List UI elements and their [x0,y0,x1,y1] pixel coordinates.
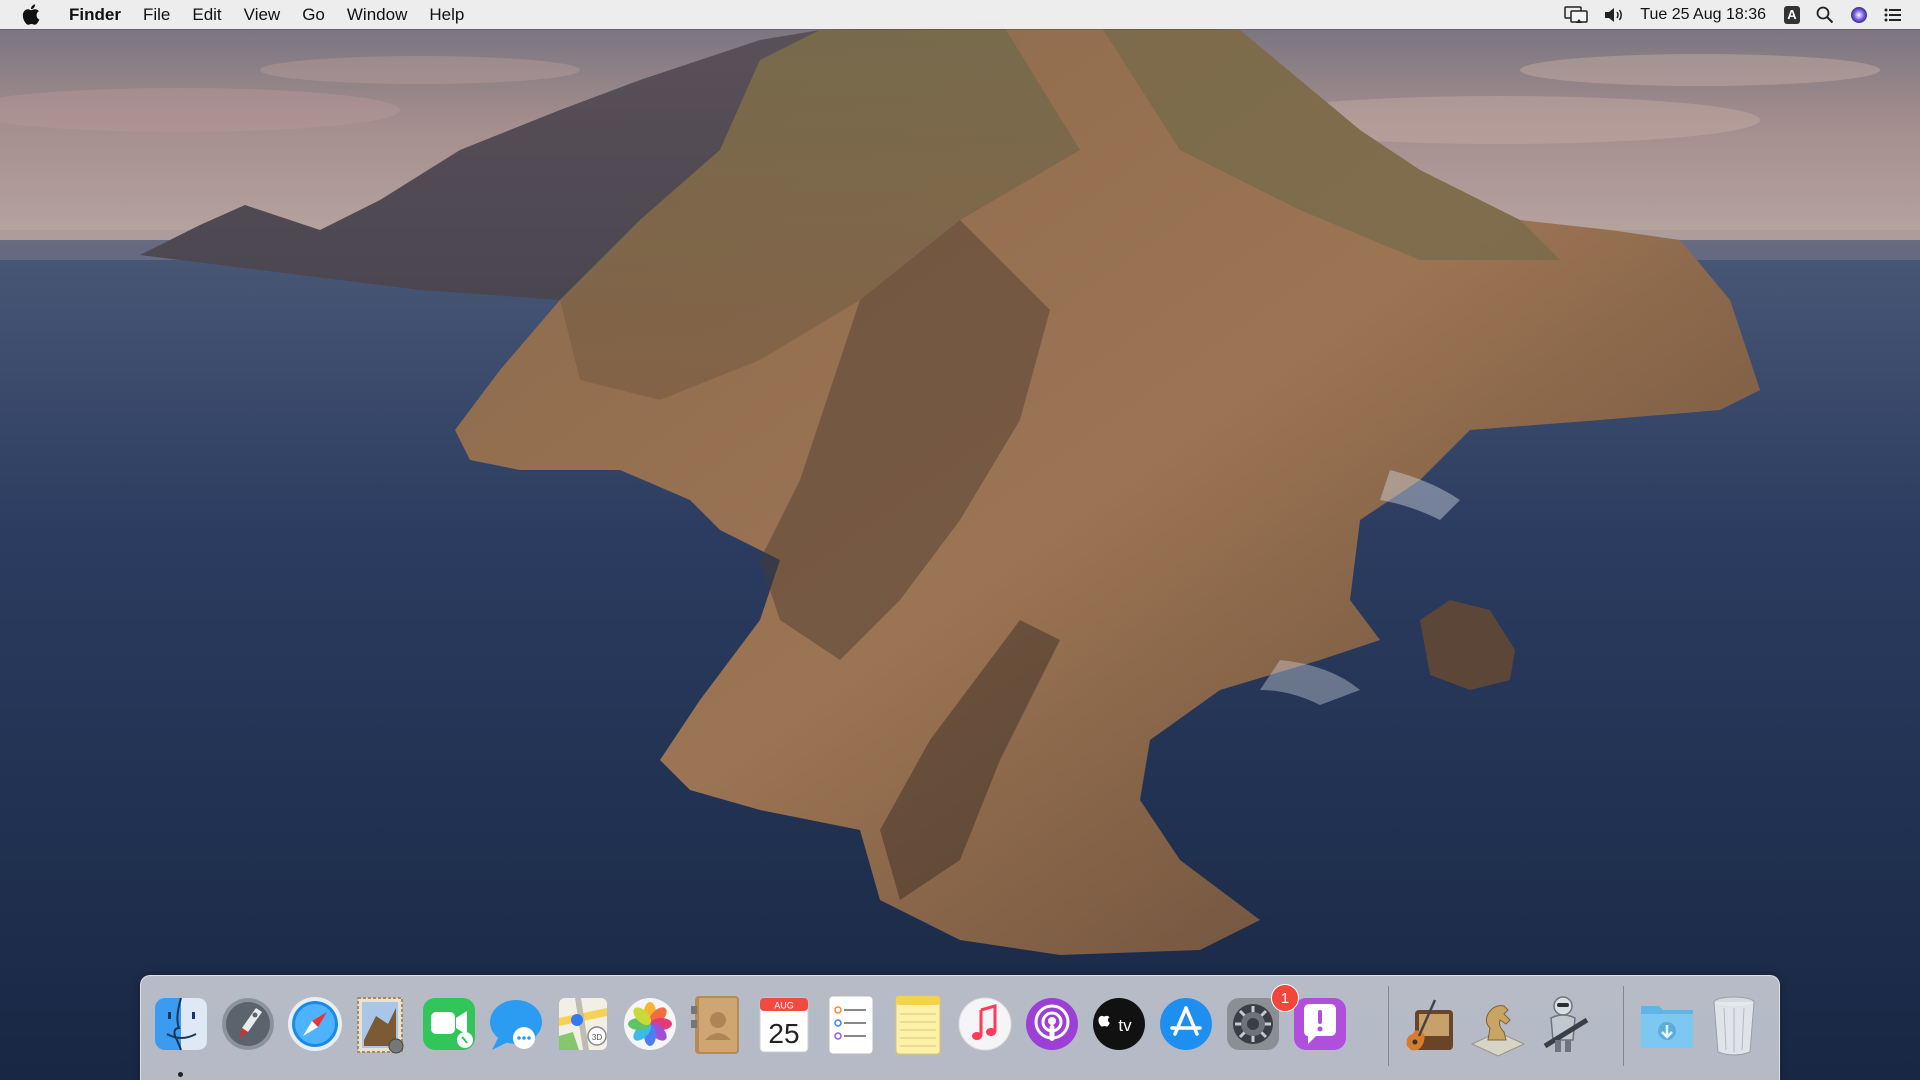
garageband-icon[interactable] [1401,988,1461,1060]
apple-menu-icon[interactable] [18,3,44,27]
calendar-icon[interactable]: AUG 25 [754,988,814,1060]
contacts-icon[interactable] [687,988,747,1060]
music-icon[interactable] [955,988,1015,1060]
menu-window[interactable]: Window [336,0,418,29]
downloads-folder-icon[interactable] [1637,988,1697,1060]
facetime-icon[interactable] [419,988,479,1060]
apple-tv-label: tv [1118,1016,1132,1035]
menu-file[interactable]: File [132,0,181,29]
menu-help[interactable]: Help [418,0,475,29]
notes-icon[interactable] [888,988,948,1060]
dock-separator [1623,986,1624,1066]
menu-go[interactable]: Go [291,0,336,29]
podcasts-icon[interactable] [1022,988,1082,1060]
finder-running-indicator [178,1072,183,1077]
maps-icon[interactable]: 3D [553,988,613,1060]
calendar-month: AUG [774,1001,794,1011]
app-store-icon[interactable] [1156,988,1216,1060]
menu-bar: Finder File Edit View Go Window Help Tue… [0,0,1920,29]
calendar-day: 25 [768,1018,799,1049]
photos-icon[interactable] [620,988,680,1060]
apple-tv-icon[interactable]: tv [1089,988,1149,1060]
notification-badge: 1 [1271,984,1299,1012]
input-source-label: A [1784,5,1800,24]
menu-edit[interactable]: Edit [181,0,232,29]
dock-separator [1388,986,1389,1066]
reminders-icon[interactable] [821,988,881,1060]
desktop-wallpaper [0,0,1920,1080]
menu-view[interactable]: View [233,0,292,29]
launchpad-icon[interactable] [218,988,278,1060]
mail-icon[interactable] [352,988,412,1060]
automator-icon[interactable] [1535,988,1595,1060]
messages-icon[interactable] [486,988,546,1060]
siri-icon[interactable] [1850,0,1868,29]
menu-app-name[interactable]: Finder [60,0,132,29]
svg-text:3D: 3D [592,1033,602,1042]
chess-icon[interactable] [1468,988,1528,1060]
spotlight-search-icon[interactable] [1816,0,1834,29]
dock: 3D AUG 25 tv [140,975,1780,1080]
menu-bar-clock[interactable]: Tue 25 Aug 18:36 [1640,6,1766,24]
display-mirroring-icon[interactable] [1564,0,1589,29]
volume-icon[interactable] [1604,0,1624,29]
input-source-icon[interactable]: A [1784,0,1800,29]
trash-icon[interactable] [1704,988,1764,1060]
safari-icon[interactable] [285,988,345,1060]
finder-icon[interactable] [151,988,211,1060]
notification-center-icon[interactable] [1884,0,1902,29]
feedback-assistant-icon[interactable] [1290,988,1350,1060]
